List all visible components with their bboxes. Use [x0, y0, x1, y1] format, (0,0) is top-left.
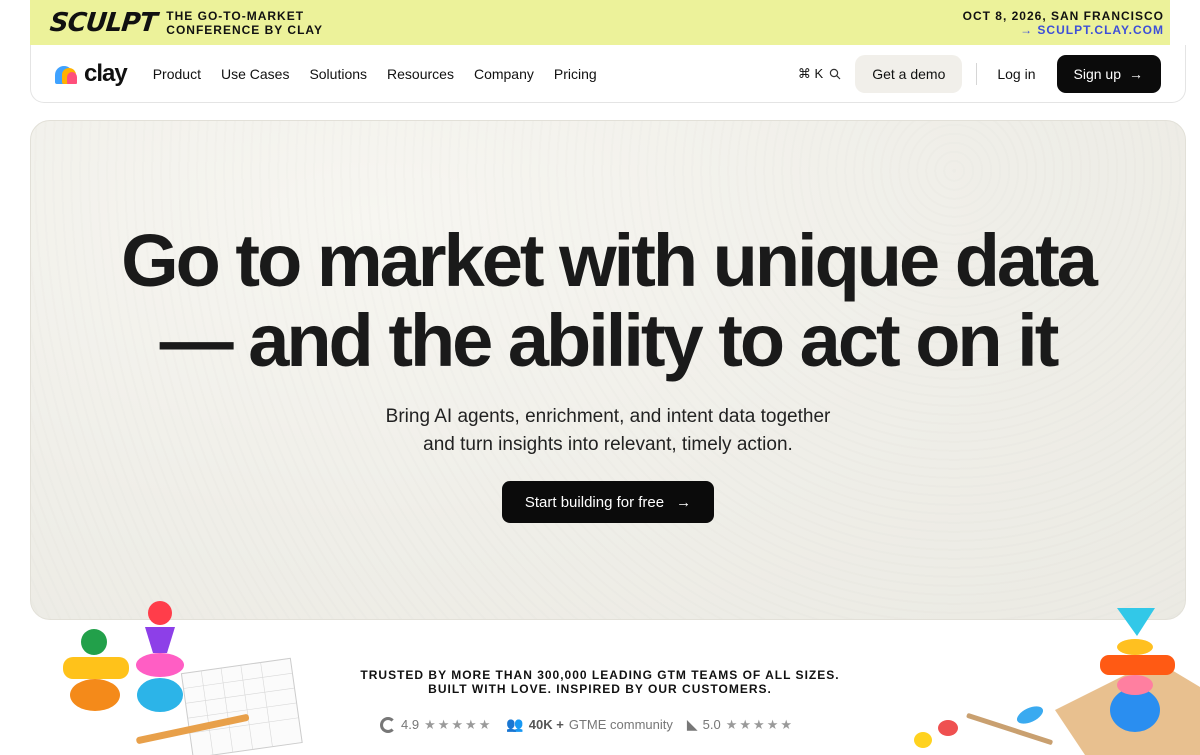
hero-sub-line2: and turn insights into relevant, timely … [423, 434, 793, 455]
hero-sub-line1: Bring AI agents, enrichment, and intent … [385, 406, 831, 427]
banner-date-location: OCT 8, 2026, SAN FRANCISCO [962, 8, 1164, 23]
people-icon: 👥 [506, 716, 524, 732]
community-count: 40K + [528, 717, 564, 732]
community-label: GTME community [568, 717, 673, 732]
search-shortcut-label: ⌘ K [797, 65, 824, 81]
search-shortcut[interactable]: ⌘ K [798, 66, 841, 82]
get-demo-button[interactable]: Get a demo [855, 54, 963, 93]
arrow-right-icon: → [1129, 65, 1143, 82]
clay-logo-icon [55, 64, 81, 84]
search-icon [830, 68, 841, 79]
g2-score: 4.9 [401, 717, 420, 732]
logo-text: clay [84, 59, 128, 87]
trust-line1: TRUSTED BY MORE THAN 300,000 LEADING GTM… [360, 668, 840, 682]
hero-section: Go to market with unique data — and the … [30, 120, 1186, 620]
nav-item-use-cases[interactable]: Use Cases [221, 66, 289, 82]
nav-item-resources[interactable]: Resources [387, 66, 454, 82]
login-link[interactable]: Log in [997, 66, 1035, 82]
main-nav: clay Product Use Cases Solutions Resourc… [30, 45, 1186, 103]
banner-event-info: OCT 8, 2026, SAN FRANCISCO → SCULPT.CLAY… [963, 9, 1164, 37]
banner-tagline-line1: THE GO-TO-MARKET [166, 8, 305, 23]
start-building-button[interactable]: Start building for free → [502, 481, 714, 523]
clay-logo[interactable]: clay [55, 59, 128, 88]
signup-button[interactable]: Sign up → [1056, 54, 1161, 93]
arrow-right-icon: → [676, 493, 692, 511]
sculpt-logo: SCULPT [48, 7, 158, 38]
hero-subheadline: Bring AI agents, enrichment, and intent … [31, 403, 1185, 459]
capterra-rating: ◣ 5.0 ★★★★★ [687, 716, 794, 733]
hero-headline-line2: — and the ability to act on it [159, 299, 1060, 382]
capterra-icon: ◣ [686, 716, 698, 732]
g2-stars: ★★★★★ [424, 716, 493, 732]
capterra-score: 5.0 [702, 717, 721, 732]
nav-item-product[interactable]: Product [153, 66, 201, 82]
banner-link[interactable]: → SCULPT.CLAY.COM [963, 23, 1164, 37]
banner-tagline: THE GO-TO-MARKET CONFERENCE BY CLAY [166, 9, 323, 37]
trust-line2: BUILT WITH LOVE. INSPIRED BY OUR CUSTOME… [428, 682, 772, 696]
ratings-row: 4.9 ★★★★★ 👥 40K + GTME community ◣ 5.0 ★… [380, 716, 794, 733]
capterra-stars: ★★★★★ [725, 716, 795, 732]
nav-actions: ⌘ K Get a demo Log in Sign up → [798, 54, 1161, 93]
conference-banner[interactable]: SCULPT THE GO-TO-MARKET CONFERENCE BY CL… [30, 0, 1170, 45]
nav-item-company[interactable]: Company [474, 66, 534, 82]
hero-headline: Go to market with unique data — and the … [31, 221, 1185, 381]
nav-item-pricing[interactable]: Pricing [554, 66, 597, 82]
trust-statement: TRUSTED BY MORE THAN 300,000 LEADING GTM… [0, 668, 1200, 696]
g2-rating: 4.9 ★★★★★ [380, 716, 493, 733]
nav-item-solutions[interactable]: Solutions [309, 66, 367, 82]
community-stat: 👥 40K + GTME community [506, 716, 673, 733]
hero-headline-line1: Go to market with unique data [121, 219, 1098, 302]
banner-tagline-line2: CONFERENCE BY CLAY [166, 22, 323, 37]
g2-icon [380, 716, 396, 733]
nav-divider [976, 62, 978, 85]
nav-menu: Product Use Cases Solutions Resources Co… [153, 66, 597, 82]
cta-label: Start building for free [524, 493, 665, 511]
banner-left: SCULPT THE GO-TO-MARKET CONFERENCE BY CL… [48, 7, 323, 38]
signup-label: Sign up [1073, 65, 1121, 82]
